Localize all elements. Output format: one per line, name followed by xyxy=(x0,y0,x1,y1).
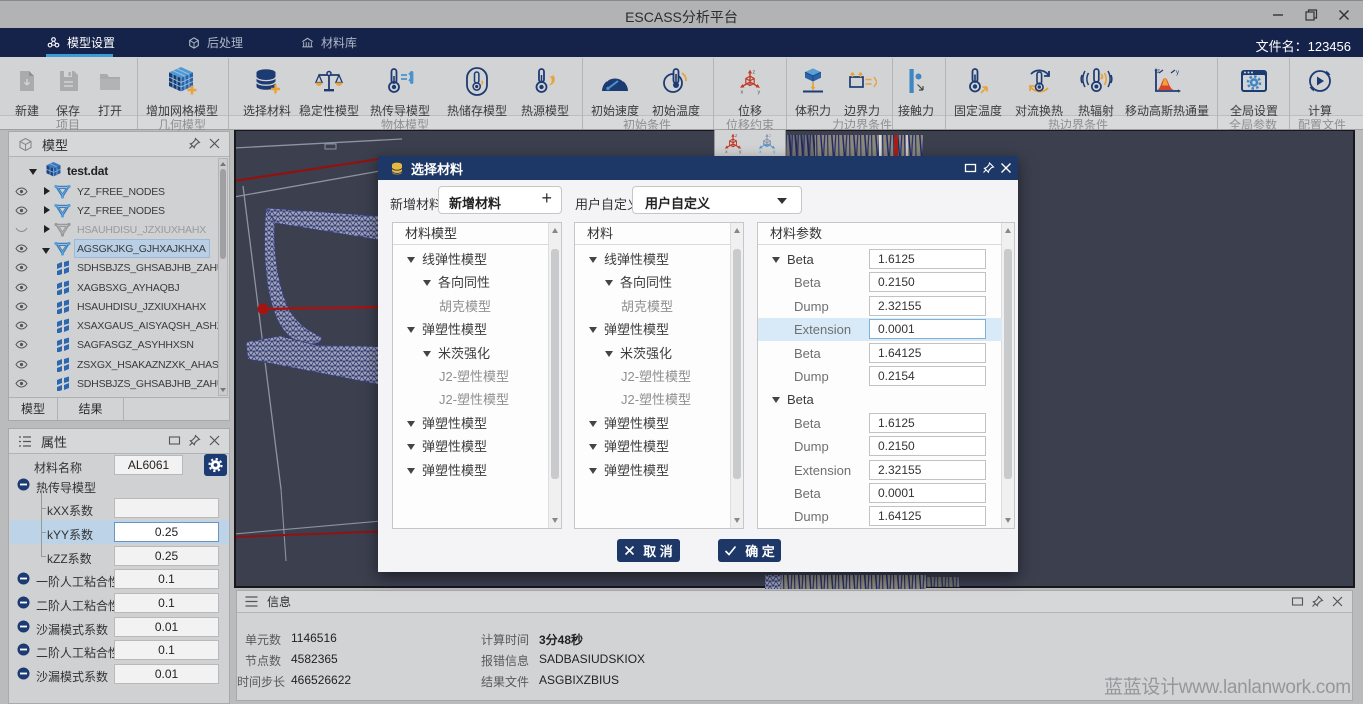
svg-text:y: y xyxy=(739,149,742,154)
svg-text:y: y xyxy=(1176,70,1179,76)
svg-text:z: z xyxy=(1157,69,1160,75)
svg-text:z: z xyxy=(769,132,772,137)
svg-text:x: x xyxy=(741,90,744,96)
svg-text:z: z xyxy=(735,132,738,137)
svg-text:y: y xyxy=(773,149,776,154)
svg-text:x: x xyxy=(725,149,728,154)
svg-text:z: z xyxy=(753,70,756,76)
svg-text:y: y xyxy=(758,90,761,96)
svg-text:x: x xyxy=(759,149,762,154)
